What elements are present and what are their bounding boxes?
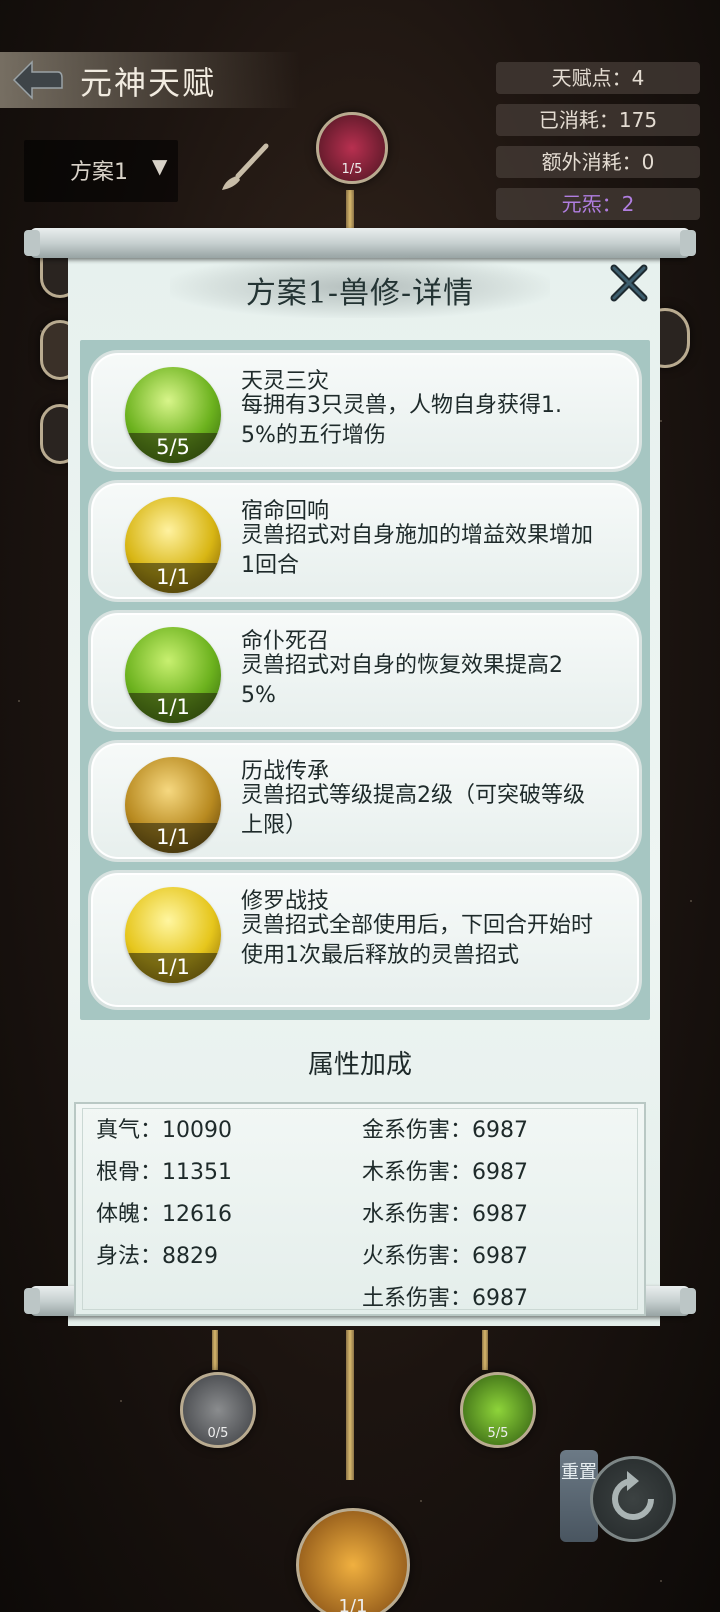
- tree-connector: [482, 1330, 488, 1370]
- attr-earth-damage: 土系伤害：6987: [362, 1286, 528, 1311]
- tree-connector: [212, 1330, 218, 1370]
- talent-level: 1/1: [156, 825, 190, 849]
- talent-list[interactable]: 5/5 天灵三灾 每拥有3只灵兽，人物自身获得1.5%的五行增伤 1/1 宿命回…: [80, 340, 650, 1020]
- talent-desc: 灵兽招式对自身施加的增益效果增加1回合: [241, 523, 594, 578]
- plan-select-label: 方案1: [70, 160, 128, 185]
- talent-icon: 1/1: [125, 627, 221, 723]
- reset-button[interactable]: [590, 1456, 676, 1542]
- node-count: 0/5: [207, 1426, 229, 1441]
- talent-icon: 1/1: [125, 757, 221, 853]
- talent-desc: 灵兽招式等级提高2级（可突破等级上限）: [241, 783, 585, 838]
- talent-node-left[interactable]: 0/5: [180, 1372, 256, 1448]
- tree-connector: [346, 1330, 354, 1480]
- attr-gengu: 根骨：11351: [96, 1160, 232, 1185]
- talent-card[interactable]: 5/5 天灵三灾 每拥有3只灵兽，人物自身获得1.5%的五行增伤: [88, 350, 642, 472]
- talent-level: 5/5: [156, 435, 190, 459]
- talent-card[interactable]: 1/1 命仆死召 灵兽招式对自身的恢复效果提高25%: [88, 610, 642, 732]
- talent-level: 1/1: [156, 955, 190, 979]
- talent-desc: 灵兽招式对自身的恢复效果提高25%: [241, 653, 563, 708]
- node-count: 1/5: [341, 162, 363, 177]
- attr-water-damage: 水系伤害：6987: [362, 1202, 528, 1227]
- talent-node-right[interactable]: 5/5: [460, 1372, 536, 1448]
- talent-icon: 5/5: [125, 367, 221, 463]
- consumed-stat: 已消耗：175: [496, 104, 700, 136]
- node-count: 5/5: [487, 1426, 509, 1441]
- talent-points-stat: 天赋点：4: [496, 62, 700, 94]
- talent-node-top[interactable]: 1/5: [316, 112, 388, 184]
- talent-card[interactable]: 1/1 修罗战技 灵兽招式全部使用后，下回合开始时使用1次最后释放的灵兽招式: [88, 870, 642, 1010]
- talent-icon: 1/1: [125, 497, 221, 593]
- talent-card[interactable]: 1/1 历战传承 灵兽招式等级提高2级（可突破等级上限）: [88, 740, 642, 862]
- page-title: 元神天赋: [80, 64, 217, 102]
- back-arrow-icon: [12, 60, 63, 100]
- close-button[interactable]: [608, 262, 650, 304]
- talent-level: 1/1: [156, 695, 190, 719]
- talent-desc: 灵兽招式全部使用后，下回合开始时使用1次最后释放的灵兽招式: [241, 913, 594, 968]
- attr-metal-damage: 金系伤害：6987: [362, 1118, 528, 1143]
- attribute-bonus-title: 属性加成: [307, 1050, 412, 1080]
- refresh-icon: [612, 1471, 654, 1520]
- node-count: 1/1: [338, 1596, 368, 1612]
- talent-node-bottom[interactable]: 1/1: [296, 1508, 410, 1612]
- attr-tipo: 体魄：12616: [96, 1202, 232, 1227]
- scroll-rod-top: [24, 228, 696, 258]
- attr-wood-damage: 木系伤害：6987: [362, 1160, 528, 1185]
- close-icon: [610, 264, 648, 302]
- attr-zhenqi: 真气：10090: [96, 1118, 232, 1143]
- chevron-down-icon: ▼: [152, 154, 168, 178]
- brush-icon[interactable]: [216, 142, 272, 194]
- attr-fire-damage: 火系伤害：6987: [362, 1244, 528, 1269]
- talent-level: 1/1: [156, 565, 190, 589]
- extra-consumed-stat: 额外消耗：0: [496, 146, 700, 178]
- plan-select[interactable]: 方案1 ▼: [24, 140, 178, 202]
- yuanqi-stat: 元炁：2: [496, 188, 700, 220]
- talent-desc: 每拥有3只灵兽，人物自身获得1.5%的五行增伤: [241, 393, 562, 448]
- talent-icon: 1/1: [125, 887, 221, 983]
- back-button[interactable]: [10, 58, 64, 102]
- talent-card[interactable]: 1/1 宿命回响 灵兽招式对自身施加的增益效果增加1回合: [88, 480, 642, 602]
- attr-shenfa: 身法：8829: [96, 1244, 218, 1269]
